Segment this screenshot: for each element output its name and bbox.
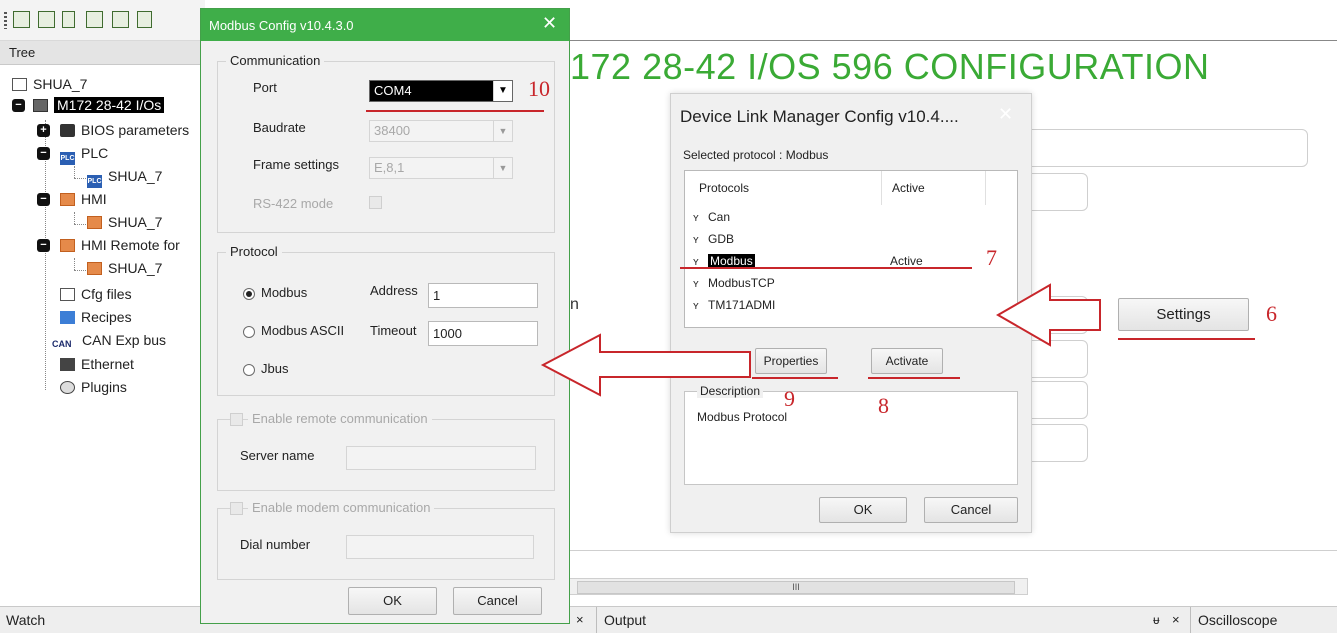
annotation-number-10: 10 [528,76,550,101]
annotation-number-8: 8 [878,393,889,418]
annotation-underline [680,267,972,269]
annotation-underline [1118,338,1255,340]
annotation-arrows [540,283,1101,397]
arrow-settings-to-list [995,283,1101,347]
annotation-number-7: 7 [986,245,997,270]
annotation-underline [868,377,960,379]
annotation-number-9: 9 [784,386,795,411]
annotation-underline [366,110,544,112]
annotation-number-6: 6 [1266,301,1277,326]
description-label: Description [697,384,764,398]
annotation-underline [752,377,838,379]
